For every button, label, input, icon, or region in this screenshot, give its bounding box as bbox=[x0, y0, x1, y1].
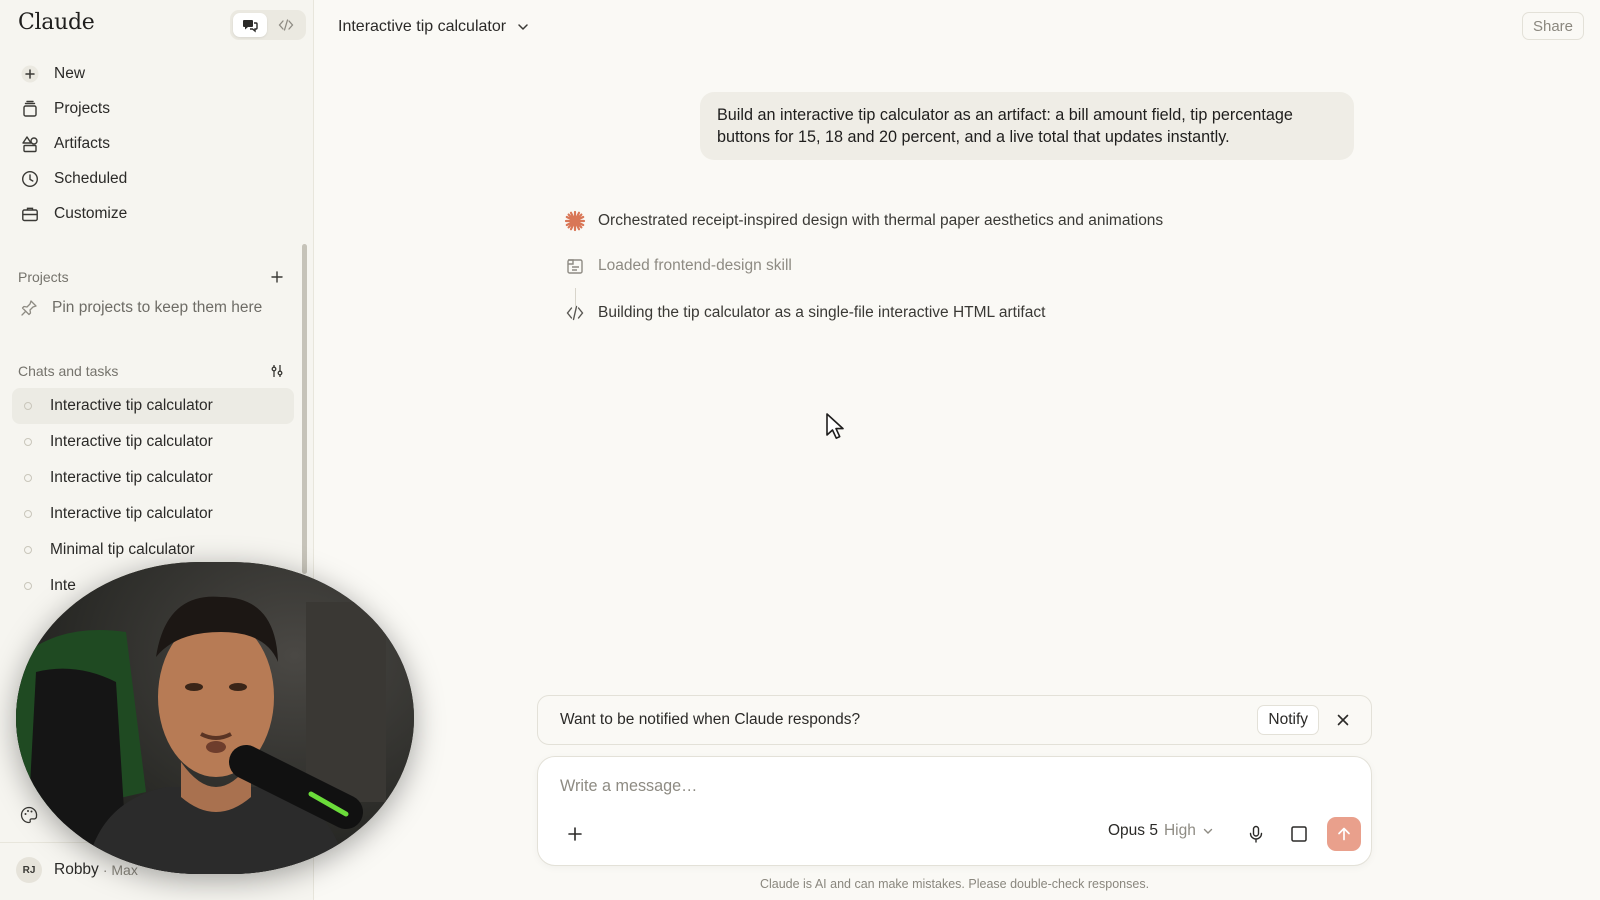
sidebar-item-label: Artifacts bbox=[54, 134, 110, 152]
chevron-down-icon bbox=[518, 24, 528, 30]
sidebar-scrollbar[interactable] bbox=[302, 244, 307, 574]
chat-status-dot bbox=[24, 582, 32, 590]
chat-title: Interactive tip calculator bbox=[50, 505, 213, 522]
step-item[interactable]: Loaded frontend-design skill bbox=[564, 255, 792, 277]
step-text: Building the tip calculator as a single-… bbox=[598, 304, 1046, 321]
voice-input-button[interactable] bbox=[1241, 819, 1271, 849]
sidebar-item-projects[interactable]: Projects bbox=[12, 91, 296, 126]
sidebar-item-label: Customize bbox=[54, 204, 128, 222]
pin-projects-hint: Pin projects to keep them here bbox=[20, 299, 262, 317]
chat-title-dropdown[interactable]: Interactive tip calculator bbox=[334, 16, 534, 38]
sliders-icon bbox=[271, 365, 283, 377]
chat-status-dot bbox=[24, 402, 32, 410]
chat-status-dot bbox=[24, 510, 32, 518]
square-icon bbox=[1291, 826, 1307, 842]
code-mode-button[interactable] bbox=[269, 13, 303, 37]
palette-icon bbox=[20, 806, 38, 824]
mode-toggle bbox=[230, 10, 306, 40]
user-message: Build an interactive tip calculator as a… bbox=[700, 92, 1354, 160]
chat-list-item[interactable]: Interactive tip calculator bbox=[12, 388, 294, 424]
model-selector[interactable]: Opus 5 High bbox=[1108, 822, 1214, 840]
chat-title: Minimal tip calculator bbox=[50, 541, 195, 558]
chat-title: Interactive tip calculator bbox=[50, 469, 213, 486]
sidebar-item-label: Projects bbox=[54, 99, 110, 117]
chat-list-item[interactable]: Interactive tip calculator bbox=[12, 424, 294, 460]
sidebar-nav: New Projects Artifacts Scheduled Customi… bbox=[12, 56, 296, 231]
arrow-up-icon bbox=[1338, 827, 1350, 841]
dismiss-notify-button[interactable] bbox=[1329, 706, 1357, 734]
message-input[interactable] bbox=[560, 777, 1340, 796]
microphone-icon bbox=[1249, 825, 1263, 843]
add-project-button[interactable] bbox=[268, 268, 286, 286]
sidebar-item-new[interactable]: New bbox=[12, 56, 296, 91]
user-name: Robby bbox=[54, 861, 99, 878]
mouse-cursor-icon bbox=[825, 412, 847, 445]
notify-text: Want to be notified when Claude responds… bbox=[560, 711, 861, 728]
step-item[interactable]: Orchestrated receipt-inspired design wit… bbox=[564, 210, 1163, 232]
sidebar-item-label: Scheduled bbox=[54, 169, 128, 187]
chat-bubbles-icon bbox=[243, 20, 258, 33]
step-item[interactable]: Building the tip calculator as a single-… bbox=[564, 302, 1045, 324]
step-text: Loaded frontend-design skill bbox=[598, 257, 792, 274]
plus-icon bbox=[20, 64, 40, 84]
notification-prompt: Want to be notified when Claude responds… bbox=[537, 695, 1372, 745]
chat-title-text: Interactive tip calculator bbox=[338, 18, 507, 35]
chat-title: Interactive tip calculator bbox=[50, 397, 213, 414]
claude-spark-icon bbox=[564, 210, 586, 232]
add-attachment-button[interactable] bbox=[560, 819, 590, 849]
filter-chats-button[interactable] bbox=[268, 362, 286, 380]
chat-status-dot bbox=[24, 546, 32, 554]
app-logo[interactable]: Claude bbox=[18, 10, 95, 35]
model-name: Opus 5 bbox=[1108, 822, 1158, 839]
projects-section-header: Projects bbox=[18, 268, 286, 286]
section-title: Projects bbox=[18, 269, 69, 285]
disclaimer-text: Claude is AI and can make mistakes. Plea… bbox=[759, 877, 1150, 891]
webcam-video-frame bbox=[16, 562, 414, 874]
user-plan: · Max bbox=[102, 862, 138, 878]
chat-title: Interactive tip calculator bbox=[50, 433, 213, 450]
sidebar-item-scheduled[interactable]: Scheduled bbox=[12, 161, 296, 196]
chat-status-dot bbox=[24, 438, 32, 446]
step-text: Orchestrated receipt-inspired design wit… bbox=[598, 212, 1164, 229]
user-menu[interactable]: RJ Robby · Max bbox=[16, 857, 138, 883]
plus-icon bbox=[568, 827, 582, 841]
pin-icon bbox=[21, 300, 37, 316]
share-button[interactable]: Share bbox=[1522, 12, 1584, 40]
section-title: Chats and tasks bbox=[18, 363, 119, 379]
skill-file-icon bbox=[564, 255, 586, 277]
chat-list-item[interactable]: Interactive tip calculator bbox=[12, 496, 294, 532]
chat-status-dot bbox=[24, 474, 32, 482]
notify-button[interactable]: Notify bbox=[1257, 705, 1319, 735]
webcam-overlay bbox=[16, 562, 414, 874]
sidebar-item-customize[interactable]: Customize bbox=[12, 196, 296, 231]
chats-section-header: Chats and tasks bbox=[18, 362, 286, 380]
step-connector bbox=[575, 288, 576, 306]
message-composer: Opus 5 High bbox=[537, 756, 1372, 866]
close-icon bbox=[1337, 714, 1349, 726]
artifacts-icon bbox=[20, 134, 40, 154]
chat-list-item[interactable]: Interactive tip calculator bbox=[12, 460, 294, 496]
avatar: RJ bbox=[16, 857, 42, 883]
sidebar-item-artifacts[interactable]: Artifacts bbox=[12, 126, 296, 161]
effort-level: High bbox=[1163, 822, 1196, 839]
projects-icon bbox=[20, 99, 40, 119]
appearance-button[interactable] bbox=[20, 806, 38, 829]
clock-icon bbox=[20, 169, 40, 189]
code-icon bbox=[278, 19, 294, 31]
chevron-down-icon bbox=[1203, 828, 1213, 834]
briefcase-icon bbox=[20, 204, 40, 224]
plus-icon bbox=[271, 271, 283, 283]
stop-button[interactable] bbox=[1284, 819, 1314, 849]
send-button[interactable] bbox=[1327, 817, 1361, 851]
chat-mode-button[interactable] bbox=[233, 13, 267, 37]
chat-title: Inte bbox=[50, 577, 76, 594]
sidebar-item-label: New bbox=[54, 64, 86, 82]
pin-hint-text: Pin projects to keep them here bbox=[52, 299, 263, 316]
